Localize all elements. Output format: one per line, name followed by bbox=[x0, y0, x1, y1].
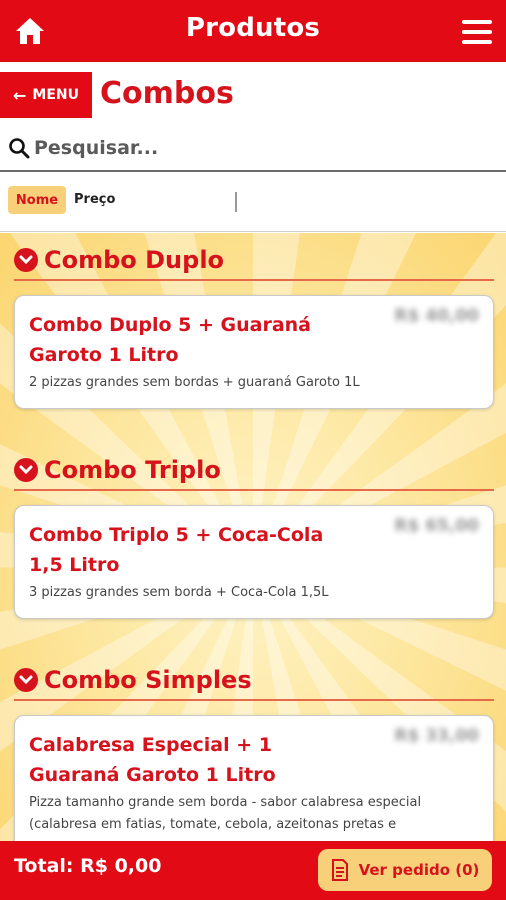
product-name: Combo Duplo 5 + Guaraná Garoto 1 Litro bbox=[29, 314, 311, 366]
home-icon bbox=[16, 18, 44, 44]
product-price: R$ 40,00 bbox=[394, 306, 479, 326]
hamburger-menu-button[interactable] bbox=[462, 20, 492, 44]
hamburger-menu-icon bbox=[462, 20, 492, 24]
page-title: Produtos bbox=[185, 13, 321, 43]
sort-divider bbox=[235, 192, 237, 212]
chevron-down-icon bbox=[14, 248, 38, 272]
receipt-icon bbox=[331, 859, 348, 881]
group-header-combo-simples[interactable]: Combo Simples bbox=[14, 661, 494, 701]
product-card[interactable]: Combo Triplo 5 + Coca-Cola 1,5 Litro R$ … bbox=[14, 505, 494, 619]
section-header: ← MENU Combos bbox=[0, 62, 506, 126]
section-title: Combos bbox=[100, 76, 234, 111]
search-bar bbox=[0, 126, 506, 172]
product-card[interactable]: Combo Duplo 5 + Guaraná Garoto 1 Litro R… bbox=[14, 295, 494, 409]
view-order-label: Ver pedido (0) bbox=[358, 861, 480, 879]
product-price: R$ 65,00 bbox=[394, 516, 479, 536]
product-list[interactable]: Combo Duplo Combo Duplo 5 + Guaraná Garo… bbox=[0, 233, 506, 841]
chevron-down-icon bbox=[14, 458, 38, 482]
product-name: Combo Triplo 5 + Coca-Cola 1,5 Litro bbox=[29, 524, 324, 576]
bottom-bar: Total: R$ 0,00 Ver pedido (0) bbox=[0, 841, 506, 900]
home-button[interactable] bbox=[14, 16, 46, 46]
product-description: 2 pizzas grandes sem bordas + guaraná Ga… bbox=[29, 375, 360, 390]
back-to-menu-label: MENU bbox=[32, 87, 79, 103]
sort-by-name-button[interactable]: Nome bbox=[8, 186, 66, 214]
view-order-button[interactable]: Ver pedido (0) bbox=[318, 849, 492, 891]
group-title: Combo Triplo bbox=[44, 456, 221, 484]
sort-by-price-button[interactable]: Preço bbox=[74, 192, 115, 207]
product-description: Pizza tamanho grande sem borda - sabor c… bbox=[29, 795, 422, 832]
arrow-left-icon: ← bbox=[13, 85, 27, 105]
group-header-combo-duplo[interactable]: Combo Duplo bbox=[14, 241, 494, 281]
product-description: 3 pizzas grandes sem borda + Coca-Cola 1… bbox=[29, 585, 329, 600]
top-bar: Produtos bbox=[0, 0, 506, 62]
product-card[interactable]: Calabresa Especial + 1 Guaraná Garoto 1 … bbox=[14, 715, 494, 841]
order-total: Total: R$ 0,00 bbox=[14, 855, 162, 877]
group-header-combo-triplo[interactable]: Combo Triplo bbox=[14, 451, 494, 491]
search-icon bbox=[9, 138, 30, 159]
sort-options: Nome Preço bbox=[0, 172, 506, 232]
product-price: R$ 33,00 bbox=[394, 726, 479, 746]
product-name: Calabresa Especial + 1 Guaraná Garoto 1 … bbox=[29, 734, 276, 786]
group-title: Combo Simples bbox=[44, 666, 252, 694]
back-to-menu-button[interactable]: ← MENU bbox=[0, 72, 92, 118]
group-title: Combo Duplo bbox=[44, 246, 225, 274]
search-input[interactable] bbox=[34, 137, 474, 159]
chevron-down-icon bbox=[14, 668, 38, 692]
